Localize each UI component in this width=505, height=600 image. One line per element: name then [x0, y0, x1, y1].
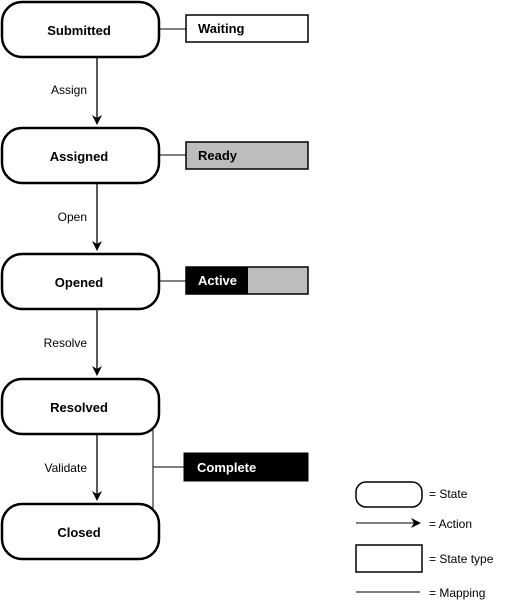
- state-label: Submitted: [47, 23, 111, 38]
- state-label: Closed: [57, 525, 100, 540]
- legend-state-label: = State: [429, 487, 468, 501]
- state-closed: Closed: [0, 502, 161, 561]
- action-label: Validate: [45, 461, 88, 475]
- legend-mapping-label: = Mapping: [429, 586, 485, 600]
- state-type-label: Complete: [197, 460, 256, 475]
- state-shape-icon: [355, 481, 423, 508]
- state-type-shape-icon: [355, 544, 423, 573]
- legend-state-type-label: = State type: [429, 552, 494, 566]
- legend: = State = Action = State type = Mapping: [355, 481, 494, 600]
- state-diagram: Submitted Assigned Opened Resolved Close…: [0, 0, 494, 600]
- state-type-active: Active: [185, 266, 309, 295]
- action-resolve: Resolve: [44, 309, 102, 376]
- action-label: Open: [58, 210, 87, 224]
- state-opened: Opened: [0, 252, 161, 311]
- state-resolved: Resolved: [0, 377, 161, 436]
- state-type-waiting: Waiting: [185, 14, 309, 43]
- state-label: Assigned: [50, 149, 109, 164]
- state-label: Opened: [55, 275, 103, 290]
- state-type-complete: Complete: [183, 452, 309, 482]
- action-open: Open: [58, 183, 102, 251]
- state-type-label: Waiting: [198, 21, 245, 36]
- state-label: Resolved: [50, 400, 108, 415]
- action-assign: Assign: [51, 57, 102, 125]
- state-assigned: Assigned: [0, 126, 161, 185]
- state-type-ready: Ready: [185, 141, 309, 170]
- legend-action-label: = Action: [429, 517, 472, 531]
- action-label: Assign: [51, 83, 87, 97]
- state-type-label: Ready: [198, 148, 238, 163]
- state-type-label: Active: [198, 273, 237, 288]
- action-validate: Validate: [45, 434, 102, 501]
- state-submitted: Submitted: [0, 0, 161, 59]
- action-label: Resolve: [44, 336, 88, 350]
